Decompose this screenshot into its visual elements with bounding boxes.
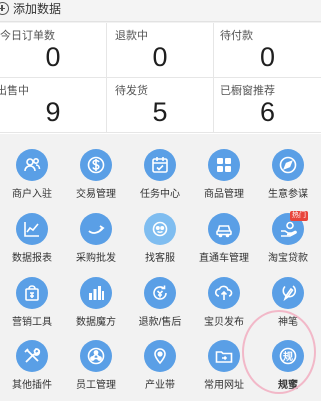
grid-item-marketing-tools[interactable]: 营销工具 (0, 271, 64, 334)
grid-item-label: 退款/售后 (138, 317, 182, 328)
compass-icon (272, 149, 304, 181)
dollar-icon (80, 149, 112, 181)
users-icon (16, 149, 48, 181)
grid-item-industry-belt[interactable]: 产业带 (128, 334, 192, 397)
stat-value: 0 (152, 42, 168, 72)
grid-item-label: 直通车管理 (199, 253, 249, 264)
calendar-check-icon (144, 149, 176, 181)
grid-item-product-management[interactable]: 商品管理 (192, 143, 256, 206)
grid-item-data-report[interactable]: 数据报表 (0, 207, 64, 270)
stat-pending-shipment[interactable]: 待发货 5 (107, 78, 214, 133)
grid-item-label: 淘宝贷款 (268, 253, 308, 264)
grid-item-business-advisor[interactable]: 生意参谋 (256, 143, 320, 206)
stat-value: 0 (45, 42, 61, 72)
grid-item-label: 商户入驻 (12, 189, 52, 200)
stats-panel: 今日订单数 0 退款中 0 待付款 0 出售中 9 待发货 5 已橱窗推荐 6 (0, 23, 321, 134)
grid-item-wholesale[interactable]: 采购批发 (64, 207, 128, 270)
grid-item-merchant-join[interactable]: 商户入驻 (0, 143, 64, 206)
grid-item-label: 生意参谋 (268, 189, 308, 200)
tools-icon (16, 340, 48, 372)
grid-item-label: 找客服 (145, 253, 175, 264)
stat-window-recommended[interactable]: 已橱窗推荐 6 (214, 78, 321, 133)
grid-item-label: 商品管理 (204, 189, 244, 200)
stat-value: 6 (259, 97, 276, 127)
grid-item-staff-management[interactable]: 员工管理 (64, 334, 128, 397)
add-circle-icon[interactable] (0, 2, 9, 15)
stat-value: 0 (259, 42, 276, 72)
hot-badge: 热门 (290, 211, 308, 221)
bar-chart-icon (80, 277, 112, 309)
grid-icon (208, 149, 240, 181)
grid-item-label: 宝贝发布 (204, 317, 244, 328)
discount-bag-icon (16, 277, 48, 309)
add-data-button[interactable]: 添加数据 (13, 1, 61, 17)
grid-item-label: 任务中心 (140, 189, 180, 200)
grid-item-refund-after-sale[interactable]: 退款/售后 (128, 271, 192, 334)
stat-today-orders[interactable]: 今日订单数 0 (0, 23, 107, 78)
alibaba-icon (80, 213, 112, 245)
upload-icon (208, 277, 240, 309)
location-pin-icon (144, 340, 176, 372)
grid-item-label: 数据报表 (12, 253, 52, 264)
grid-item-label: 其他插件 (12, 380, 52, 391)
chat-bot-icon (144, 213, 176, 245)
grid-item-customer-service[interactable]: 找客服 (128, 207, 192, 270)
stat-on-sale[interactable]: 出售中 9 (0, 78, 107, 133)
stat-value: 5 (152, 97, 168, 127)
grid-item-data-cube[interactable]: 数据魔方 (64, 271, 128, 334)
car-icon (208, 213, 240, 245)
grid-item-other-plugins[interactable]: 其他插件 (0, 334, 64, 397)
stat-refunding[interactable]: 退款中 0 (107, 23, 214, 78)
grid-item-through-train[interactable]: 直通车管理 (192, 207, 256, 270)
top-bar: 添加数据 (0, 0, 321, 22)
highlight-ring (242, 310, 316, 394)
grid-item-task-center[interactable]: 任务中心 (128, 143, 192, 206)
stat-value: 9 (45, 97, 61, 127)
folder-link-icon (208, 340, 240, 372)
pen-icon (272, 277, 304, 309)
grid-item-label: 产业带 (145, 380, 175, 391)
stat-pending-payment[interactable]: 待付款 0 (214, 23, 321, 78)
line-chart-icon (16, 213, 48, 245)
grid-item-label: 营销工具 (12, 317, 52, 328)
grid-item-label: 采购批发 (76, 253, 116, 264)
grid-item-label: 员工管理 (76, 380, 116, 391)
share-people-icon (80, 340, 112, 372)
grid-item-publish-item[interactable]: 宝贝发布 (192, 271, 256, 334)
grid-item-label: 交易管理 (76, 189, 116, 200)
grid-item-label: 常用网址 (204, 380, 244, 391)
grid-item-taobao-loan[interactable]: 热门 淘宝贷款 (256, 207, 320, 270)
grid-item-label: 数据魔方 (76, 317, 116, 328)
refund-icon (144, 277, 176, 309)
grid-item-trade-management[interactable]: 交易管理 (64, 143, 128, 206)
